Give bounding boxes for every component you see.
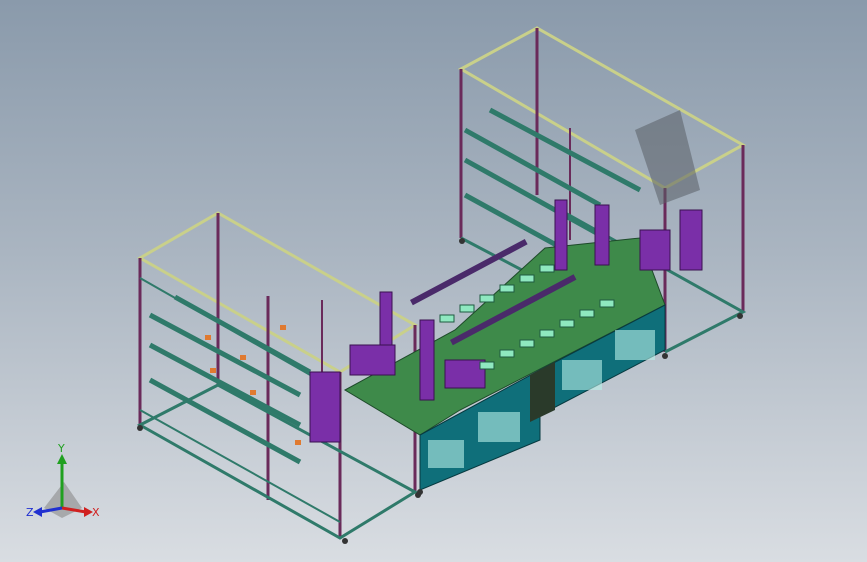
assembly-model[interactable] [0, 0, 867, 562]
z-axis-label: Z [26, 506, 34, 519]
cad-viewport[interactable]: Y X Z [0, 0, 867, 562]
center-table[interactable] [309, 199, 703, 495]
coordinate-triad: Y X Z [26, 442, 100, 519]
x-axis-label: X [92, 506, 100, 519]
y-axis-label: Y [57, 442, 65, 455]
